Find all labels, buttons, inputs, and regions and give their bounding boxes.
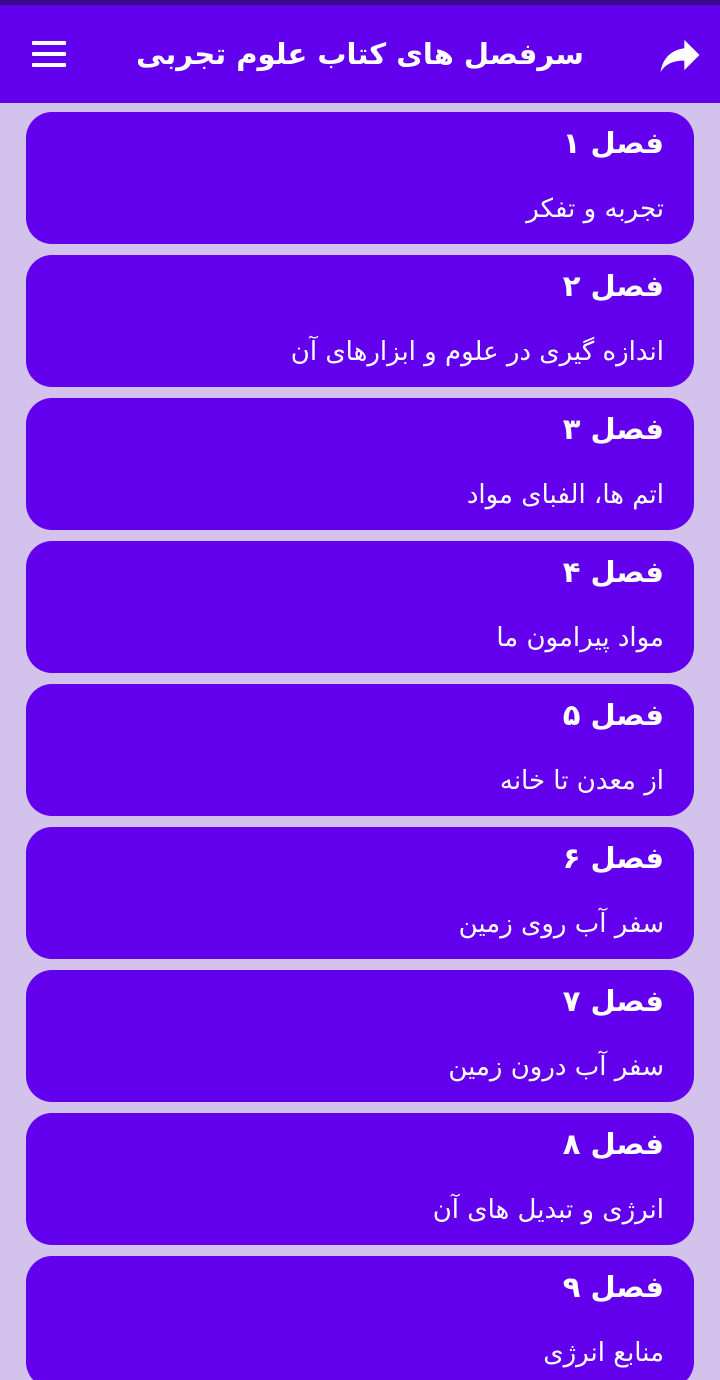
chapter-title: فصل ۳ (562, 412, 664, 446)
chapter-card-4[interactable]: فصل ۴ مواد پیرامون ما (26, 541, 694, 673)
chapter-list: فصل ۱ تجربه و تفکر فصل ۲ اندازه گیری در … (26, 112, 694, 1380)
chapter-title: فصل ۸ (562, 1127, 664, 1161)
chapter-subtitle: مواد پیرامون ما (496, 623, 664, 653)
chapter-subtitle: اتم ها، الفبای مواد (466, 480, 664, 510)
chapter-subtitle: منابع انرژی (543, 1338, 664, 1368)
chapter-title: فصل ۴ (562, 555, 664, 589)
chapter-subtitle: از معدن تا خانه (499, 766, 664, 796)
share-arrow-icon[interactable] (654, 29, 706, 81)
chapter-subtitle: سفر آب روی زمین (458, 909, 664, 939)
chapter-title: فصل ۱ (562, 126, 664, 160)
chapter-card-2[interactable]: فصل ۲ اندازه گیری در علوم و ابزارهای آن (26, 255, 694, 387)
chapter-title: فصل ۵ (562, 698, 664, 732)
app-screen: سرفصل های کتاب علوم تجربی فصل ۱ تجربه و … (0, 0, 720, 1380)
chapter-title: فصل ۲ (562, 269, 664, 303)
chapter-card-5[interactable]: فصل ۵ از معدن تا خانه (26, 684, 694, 816)
chapter-card-6[interactable]: فصل ۶ سفر آب روی زمین (26, 827, 694, 959)
page-title: سرفصل های کتاب علوم تجربی (136, 37, 584, 71)
toolbar: سرفصل های کتاب علوم تجربی (0, 5, 720, 103)
chapter-title: فصل ۹ (562, 1270, 664, 1304)
chapter-subtitle: سفر آب درون زمین (448, 1052, 664, 1082)
chapter-card-1[interactable]: فصل ۱ تجربه و تفکر (26, 112, 694, 244)
chapter-card-7[interactable]: فصل ۷ سفر آب درون زمین (26, 970, 694, 1102)
chapter-card-3[interactable]: فصل ۳ اتم ها، الفبای مواد (26, 398, 694, 530)
chapter-subtitle: اندازه گیری در علوم و ابزارهای آن (290, 337, 664, 367)
chapter-subtitle: انرژی و تبدیل های آن (432, 1195, 664, 1225)
chapter-card-8[interactable]: فصل ۸ انرژی و تبدیل های آن (26, 1113, 694, 1245)
chapter-card-9[interactable]: فصل ۹ منابع انرژی (26, 1256, 694, 1380)
chapter-title: فصل ۶ (562, 841, 664, 875)
chapter-title: فصل ۷ (562, 984, 664, 1018)
hamburger-menu-icon[interactable] (22, 27, 76, 81)
chapter-subtitle: تجربه و تفکر (526, 194, 664, 224)
